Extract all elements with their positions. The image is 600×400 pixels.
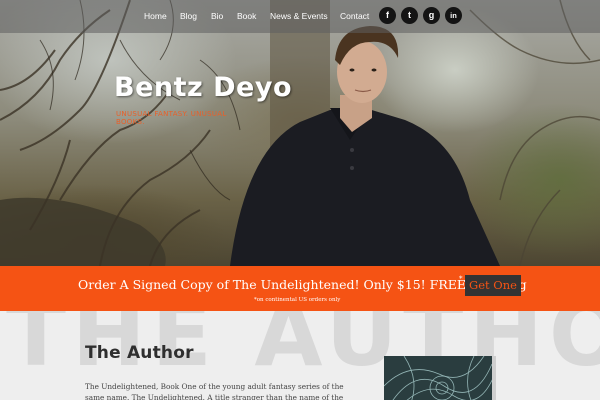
nav-link-news-events[interactable]: News & Events xyxy=(270,11,328,21)
get-one-button[interactable]: Get One xyxy=(465,275,521,296)
section-title: The Author xyxy=(85,343,194,363)
facebook-icon[interactable]: f xyxy=(379,7,396,24)
twitter-icon[interactable]: t xyxy=(401,7,418,24)
nav-link-contact[interactable]: Contact xyxy=(340,11,369,21)
order-banner-asterisk: * xyxy=(459,275,463,283)
author-name-heading: Bentz Deyo xyxy=(114,72,293,103)
book-cover-image[interactable] xyxy=(384,356,496,400)
top-navigation-bar: Home Blog Bio Book News & Events Contact… xyxy=(0,0,600,33)
linkedin-icon[interactable]: in xyxy=(445,7,462,24)
nav-link-blog[interactable]: Blog xyxy=(180,11,197,21)
nav-link-bio[interactable]: Bio xyxy=(211,11,223,21)
shipping-footnote: *on continental US orders only xyxy=(254,297,341,303)
goodreads-icon[interactable]: g xyxy=(423,7,440,24)
hero-background-art xyxy=(0,0,600,266)
nav-link-book[interactable]: Book xyxy=(237,11,256,21)
nav-links: Home Blog Bio Book News & Events Contact xyxy=(0,11,600,25)
author-section: THE AUTHOR The Author The Undelightened,… xyxy=(0,311,600,400)
nav-link-home[interactable]: Home xyxy=(144,11,167,21)
section-body-text: The Undelightened, Book One of the young… xyxy=(85,382,344,400)
hero-photo xyxy=(0,0,600,266)
author-tagline: UNUSUAL FANTASY. UNUSUAL BOOKS. xyxy=(116,110,227,126)
